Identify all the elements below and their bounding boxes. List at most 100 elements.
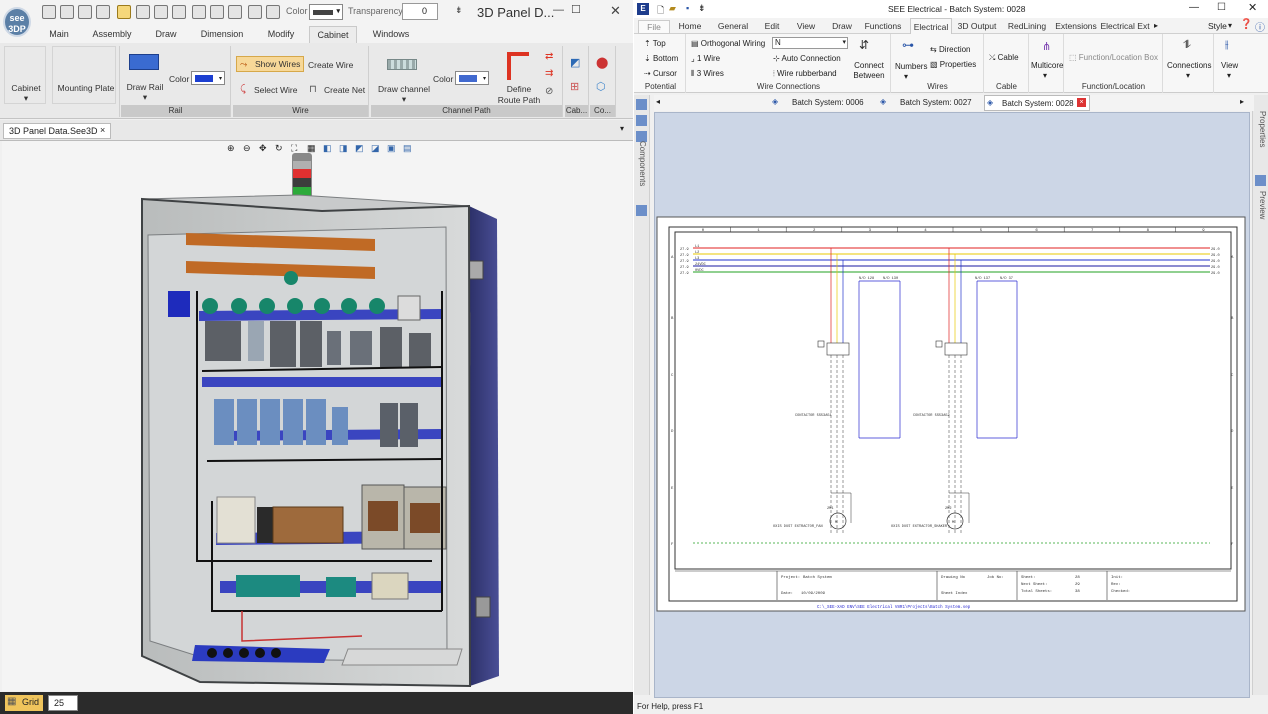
cabinet-view-icon[interactable]: ◩ [570, 56, 580, 69]
cabinet-button[interactable]: Cabinet ▾ [4, 46, 46, 104]
three-wires-button[interactable]: ⦀ 3 Wires [691, 69, 724, 79]
route-tool-icon[interactable]: ⇄ [545, 51, 553, 62]
undo-icon[interactable] [78, 5, 92, 19]
tab-draw[interactable]: Draw [830, 20, 854, 34]
orthogonal-wiring-toggle[interactable]: ▤ Orthogonal Wiring [691, 39, 765, 49]
tab-3d-output[interactable]: 3D Output [957, 20, 997, 34]
line-icon[interactable] [136, 5, 150, 19]
panel-icon[interactable] [636, 99, 647, 110]
function-location-box-button[interactable]: ⬚ Function/Location Box [1069, 53, 1158, 63]
layer-icon[interactable] [228, 5, 242, 19]
schematic-sheet[interactable]: 0123456789 ABC DEF ABC DEF 27.9 27.9 27.… [655, 113, 1251, 699]
tab-windows[interactable]: Windows [368, 27, 414, 43]
document-tab[interactable]: 3D Panel Data.See3D × [3, 123, 111, 139]
numbers-button[interactable]: Numbers [895, 62, 927, 72]
wire-rubberband-button[interactable]: ⦙ Wire rubberband [773, 69, 837, 79]
multicore-button[interactable]: Multicore [1031, 61, 1063, 71]
tab-home[interactable]: Home [676, 20, 704, 34]
sheet-tab[interactable]: ◈ Batch System: 0006 [772, 97, 872, 109]
show-wires-button[interactable]: ⤳ Show Wires [236, 56, 304, 72]
maximize-icon[interactable]: ☐ [571, 3, 581, 16]
tab-electrical-ext[interactable]: Electrical Ext [1100, 20, 1150, 34]
potential-cursor-button[interactable]: ⇢ Cursor [644, 69, 677, 79]
new-icon[interactable]: 🗋 [657, 3, 664, 19]
tab-electrical[interactable]: Electrical [910, 18, 952, 35]
one-wire-button[interactable]: ⌟ 1 Wire [691, 54, 720, 64]
view-button[interactable]: View [1221, 61, 1238, 71]
create-net-button[interactable]: Create Net [324, 85, 365, 96]
auto-connection-button[interactable]: ⊹ Auto Connection [773, 54, 841, 64]
chevron-down-icon[interactable]: ▾ [620, 124, 624, 133]
grid-toggle-icon[interactable] [117, 5, 131, 19]
open-icon[interactable] [42, 5, 56, 19]
minimize-icon[interactable]: — [553, 4, 564, 16]
preview-icon[interactable] [1255, 175, 1266, 186]
mounting-plate-button[interactable]: Mounting Plate [52, 46, 116, 104]
route-edit-icon[interactable]: ⇉ [545, 68, 553, 79]
customize-icon[interactable]: ⇟ [698, 3, 706, 14]
minimize-icon[interactable]: — [1189, 2, 1199, 13]
save-icon[interactable]: ▪ [686, 3, 689, 13]
tab-redlining[interactable]: RedLining [1007, 20, 1047, 34]
tab-cabinet[interactable]: Cabinet [309, 26, 357, 44]
potential-bottom-button[interactable]: ⇣ Bottom [644, 54, 678, 64]
preview-panel-tab[interactable]: Preview [1258, 191, 1267, 219]
color-dropdown[interactable]: ▾ [309, 4, 343, 20]
panel-icon[interactable] [636, 205, 647, 216]
style-dropdown[interactable]: Style [1208, 21, 1227, 31]
define-route-path-button[interactable]: Define Route Path [497, 84, 541, 106]
tab-file[interactable]: File [638, 20, 670, 34]
panel-icon[interactable] [636, 115, 647, 126]
tab-assembly[interactable]: Assembly [89, 27, 135, 43]
cabinet-3d-model[interactable] [2, 141, 632, 691]
polyline-icon[interactable] [154, 5, 168, 19]
grid-toggle[interactable]: ▦ Grid [5, 695, 43, 711]
app-icon[interactable]: E [637, 3, 649, 15]
component-3d-icon[interactable]: ⬡ [596, 80, 606, 93]
close-icon[interactable]: × [100, 125, 105, 135]
tab-edit[interactable]: Edit [761, 20, 783, 34]
close-icon[interactable]: ✕ [1248, 1, 1257, 14]
scroll-left-icon[interactable]: ◂ [656, 97, 660, 106]
rail-color-dropdown[interactable]: ▾ [191, 71, 225, 85]
sheet-tab[interactable]: ◈ Batch System: 0027 [880, 97, 980, 109]
components-panel-tab[interactable]: Components [638, 141, 647, 186]
3d-viewport[interactable]: ⊕ ⊖ ✥ ↻ ⛶ ▦ ◧ ◨ ◩ ◪ ▣ ▤ [2, 141, 632, 691]
cable-button[interactable]: ⤯ Cable [989, 53, 1019, 63]
select-wire-button[interactable]: Select Wire [254, 85, 297, 96]
tab-draw[interactable]: Draw [150, 27, 182, 43]
close-icon[interactable]: × [1077, 98, 1086, 107]
tab-dimension[interactable]: Dimension [198, 27, 246, 43]
help-icon[interactable]: ❓ [1240, 19, 1252, 30]
snap-icon[interactable] [192, 5, 206, 19]
redo-icon[interactable] [96, 5, 110, 19]
route-delete-icon[interactable]: ⊘ [545, 86, 553, 97]
cabinet-tool-icon[interactable]: ⊞ [570, 80, 579, 93]
save-icon[interactable] [60, 5, 74, 19]
select-icon[interactable] [210, 5, 224, 19]
transparency-input[interactable]: 0 [402, 3, 438, 20]
direction-button[interactable]: ⇆ Direction [930, 45, 971, 55]
pointer-icon[interactable] [248, 5, 262, 19]
potential-top-button[interactable]: ⇡ Top [644, 39, 666, 49]
customize-icon[interactable]: ⇟ [455, 5, 463, 16]
tab-extensions[interactable]: Extensions [1054, 20, 1098, 34]
channel-color-dropdown[interactable]: ▾ [455, 71, 489, 85]
drawing-canvas[interactable]: 0123456789 ABC DEF ABC DEF 27.9 27.9 27.… [654, 112, 1250, 698]
tab-general[interactable]: General [717, 20, 749, 34]
component-icon[interactable]: ⬤ [596, 56, 608, 69]
grid-size-input[interactable]: 25 [48, 695, 78, 711]
measure-icon[interactable] [172, 5, 186, 19]
scroll-right-icon[interactable]: ▸ [1240, 97, 1244, 106]
rotate-view-icon[interactable] [266, 5, 280, 19]
maximize-icon[interactable]: ☐ [1217, 2, 1226, 13]
tab-functions[interactable]: Functions [863, 20, 903, 34]
tab-view[interactable]: View [794, 20, 818, 34]
folder-icon[interactable]: ▰ [669, 3, 676, 14]
tab-main[interactable]: Main [45, 27, 73, 43]
tab-modify[interactable]: Modify [263, 27, 299, 43]
connect-between-button[interactable]: Connect Between [850, 61, 888, 81]
properties-panel-tab[interactable]: Properties [1258, 111, 1267, 147]
sheet-tab-active[interactable]: ◈ Batch System: 0028 × [984, 95, 1090, 111]
connections-button[interactable]: Connections [1167, 61, 1211, 71]
